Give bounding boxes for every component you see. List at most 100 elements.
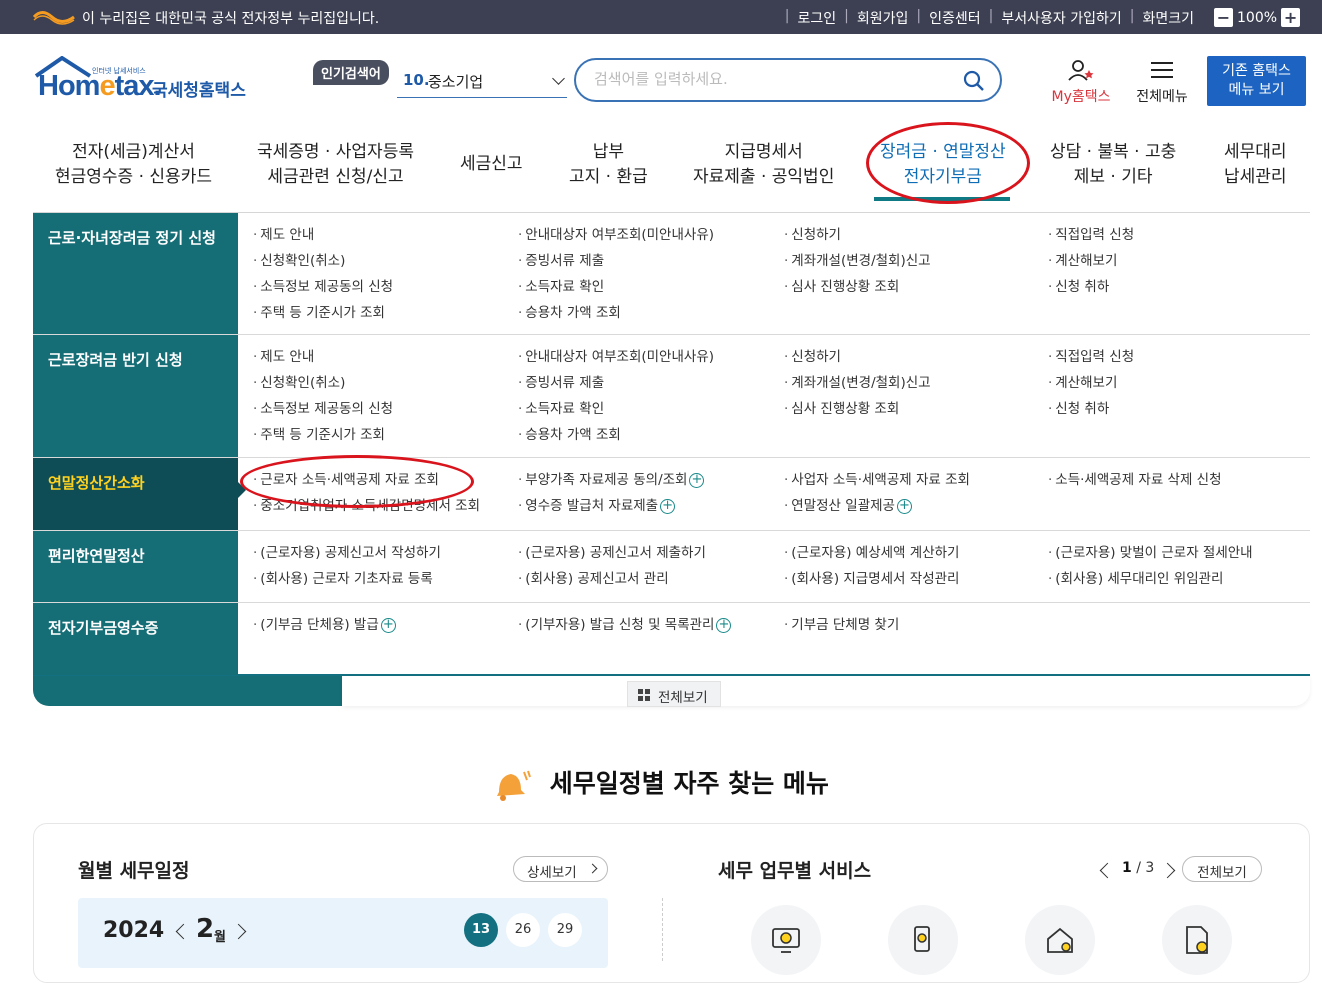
menu-link[interactable]: 사업자 소득·세액공제 자료 조회 <box>784 467 970 493</box>
menu-link[interactable]: 신청하기 <box>784 222 931 248</box>
next-month-button[interactable] <box>230 923 247 940</box>
menu-link[interactable]: (회사용) 세무대리인 위임관리 <box>1048 566 1253 592</box>
menu-link[interactable]: (근로자용) 공제신고서 작성하기 <box>253 540 441 566</box>
menu-section-title[interactable]: 근로·자녀장려금 정기 신청 <box>33 213 238 334</box>
search-icon[interactable] <box>962 69 986 93</box>
zoom-in-button[interactable]: + <box>1281 8 1301 27</box>
menu-link[interactable]: 제도 안내 <box>253 344 393 370</box>
plus-icon[interactable]: + <box>660 498 676 514</box>
menu-section-title[interactable]: 편리한연말정산 <box>33 531 238 602</box>
menu-link[interactable]: (기부금 단체용) 발급+ <box>253 612 396 638</box>
menu-link[interactable]: 소득자료 확인 <box>518 396 714 422</box>
login-link[interactable]: 로그인 <box>790 8 845 28</box>
red-annotation-circle <box>240 455 474 508</box>
menu-section-title[interactable]: 연말정산간소화 <box>33 458 246 530</box>
menu-link[interactable]: 주택 등 기준시가 조회 <box>253 422 393 448</box>
gnb-tax-agent[interactable]: 세무대리 납세관리 <box>1224 140 1287 190</box>
service-item[interactable] <box>1025 905 1095 975</box>
menu-section-title[interactable]: 전자기부금영수증 <box>33 603 238 675</box>
prev-month-button[interactable] <box>175 923 192 940</box>
menu-link[interactable]: 증빙서류 제출 <box>518 248 714 274</box>
menu-link[interactable]: (회사용) 공제신고서 관리 <box>518 566 706 592</box>
zoom-out-button[interactable]: − <box>1214 8 1233 27</box>
menu-link[interactable]: 소득자료 확인 <box>518 274 714 300</box>
menu-link[interactable]: 소득·세액공제 자료 삭제 신청 <box>1048 467 1221 493</box>
menu-link[interactable]: 신청확인(취소) <box>253 370 393 396</box>
dept-signup-link[interactable]: 부서사용자 가입하기 <box>993 8 1129 28</box>
menu-link[interactable]: 계산해보기 <box>1048 248 1134 274</box>
menu-link[interactable]: 기부금 단체명 찾기 <box>784 612 899 638</box>
my-hometax-button[interactable]: My홈택스 <box>1046 58 1116 106</box>
plus-icon[interactable]: + <box>716 617 732 633</box>
cert-center-link[interactable]: 인증센터 <box>921 8 989 28</box>
plus-icon[interactable]: + <box>896 498 912 514</box>
gnb-certificate[interactable]: 국세증명 · 사업자등록 세금관련 신청/신고 <box>257 140 414 190</box>
menu-link[interactable]: (회사용) 지급명세서 작성관리 <box>784 566 959 592</box>
all-menu-button[interactable]: 전체메뉴 <box>1130 58 1194 106</box>
service-item[interactable] <box>1162 905 1232 975</box>
hometax-logo[interactable]: 인터넷 납세서비스 Hometax. 국세청홈택스 <box>34 56 264 106</box>
menu-link[interactable]: (기부자용) 발급 신청 및 목록관리+ <box>518 612 732 638</box>
menu-link[interactable]: 계좌개설(변경/철회)신고 <box>784 370 930 396</box>
menu-link[interactable]: 심사 진행상황 조회 <box>784 396 931 422</box>
mega-menu: 근로·자녀장려금 정기 신청 제도 안내 신청확인(취소) 소득정보 제공동의 … <box>33 212 1310 676</box>
gnb-payment-statement[interactable]: 지급명세서 자료제출 · 공익법인 <box>693 140 834 190</box>
signup-link[interactable]: 회원가입 <box>849 8 917 28</box>
menu-section: 근로장려금 반기 신청 제도 안내 신청확인(취소) 소득정보 제공동의 신청 … <box>33 335 1310 458</box>
menu-link[interactable]: 신청하기 <box>784 344 931 370</box>
user-star-icon <box>1068 60 1094 81</box>
popular-keyword-select[interactable]: 10. 중소기업 <box>397 68 567 98</box>
services-title: 세무 업무별 서비스 <box>718 860 872 882</box>
egov-logo-icon <box>32 11 75 25</box>
calendar-bar: 2024 2 월 13 26 29 <box>78 898 608 968</box>
menu-link[interactable]: 연말정산 일괄제공+ <box>784 493 970 519</box>
old-menu-button[interactable]: 기존 홈택스 메뉴 보기 <box>1207 56 1306 106</box>
menu-link[interactable]: (근로자용) 맞벌이 근로자 절세안내 <box>1048 540 1252 566</box>
services-view-all-button[interactable]: 전체보기 <box>1182 856 1262 882</box>
gnb-payment[interactable]: 납부 고지 · 환급 <box>569 140 648 190</box>
menu-link[interactable]: (근로자용) 예상세액 계산하기 <box>784 540 959 566</box>
menu-link[interactable]: 안내대상자 여부조회(미안내사유) <box>518 222 714 248</box>
plus-icon[interactable]: + <box>689 472 705 488</box>
gnb-consultation[interactable]: 상담 · 불복 · 고충 제보 · 기타 <box>1050 140 1176 190</box>
hamburger-icon <box>1151 62 1173 78</box>
menu-link[interactable]: 주택 등 기준시가 조회 <box>253 300 393 326</box>
menu-link[interactable]: 계좌개설(변경/철회)신고 <box>784 248 930 274</box>
menu-link[interactable]: 제도 안내 <box>253 222 393 248</box>
menu-link[interactable]: 부양가족 자료제공 동의/조회+ <box>518 467 705 493</box>
menu-link[interactable]: 영수증 발급처 자료제출+ <box>518 493 704 519</box>
menu-link[interactable]: (근로자용) 공제신고서 제출하기 <box>518 540 706 566</box>
menu-link[interactable]: 심사 진행상황 조회 <box>784 274 931 300</box>
menu-link[interactable]: 소득정보 제공동의 신청 <box>253 274 393 300</box>
gnb-e-invoice[interactable]: 전자(세금)계산서 현금영수증 · 신용카드 <box>55 140 212 190</box>
menu-link[interactable]: 승용차 가액 조회 <box>518 422 714 448</box>
menu-section-title[interactable]: 근로장려금 반기 신청 <box>33 335 238 457</box>
menu-link[interactable]: 신청 취하 <box>1048 396 1134 422</box>
document-won-icon <box>1186 926 1208 954</box>
detail-view-button[interactable]: 상세보기 <box>513 856 608 882</box>
menu-link[interactable]: 계산해보기 <box>1048 370 1134 396</box>
gnb-tax-filing[interactable]: 세금신고 <box>460 152 523 177</box>
menu-link[interactable]: 안내대상자 여부조회(미안내사유) <box>518 344 714 370</box>
day-button[interactable]: 13 <box>464 913 498 947</box>
menu-link[interactable]: 신청 취하 <box>1048 274 1134 300</box>
menu-link[interactable]: 직접입력 신청 <box>1048 344 1134 370</box>
search-input[interactable] <box>594 70 934 88</box>
service-item[interactable] <box>888 905 958 975</box>
menu-link[interactable]: 증빙서류 제출 <box>518 370 714 396</box>
service-item[interactable] <box>751 905 821 975</box>
menu-link[interactable]: 직접입력 신청 <box>1048 222 1134 248</box>
calendar-year: 2024 <box>103 918 165 943</box>
view-all-button[interactable]: 전체보기 <box>627 681 721 707</box>
menu-section: 편리한연말정산 (근로자용) 공제신고서 작성하기 (회사용) 근로자 기초자료… <box>33 531 1310 603</box>
search-box <box>574 58 1002 102</box>
menu-link[interactable]: 소득정보 제공동의 신청 <box>253 396 393 422</box>
menu-link[interactable]: 신청확인(취소) <box>253 248 393 274</box>
day-button[interactable]: 29 <box>548 913 582 947</box>
plus-icon[interactable]: + <box>380 617 396 633</box>
menu-link[interactable]: 승용차 가액 조회 <box>518 300 714 326</box>
day-button[interactable]: 26 <box>506 913 540 947</box>
logo-korean: 국세청홈택스 <box>152 81 246 101</box>
menu-link[interactable]: (회사용) 근로자 기초자료 등록 <box>253 566 441 592</box>
popular-badge: 인기검색어 <box>313 60 389 85</box>
